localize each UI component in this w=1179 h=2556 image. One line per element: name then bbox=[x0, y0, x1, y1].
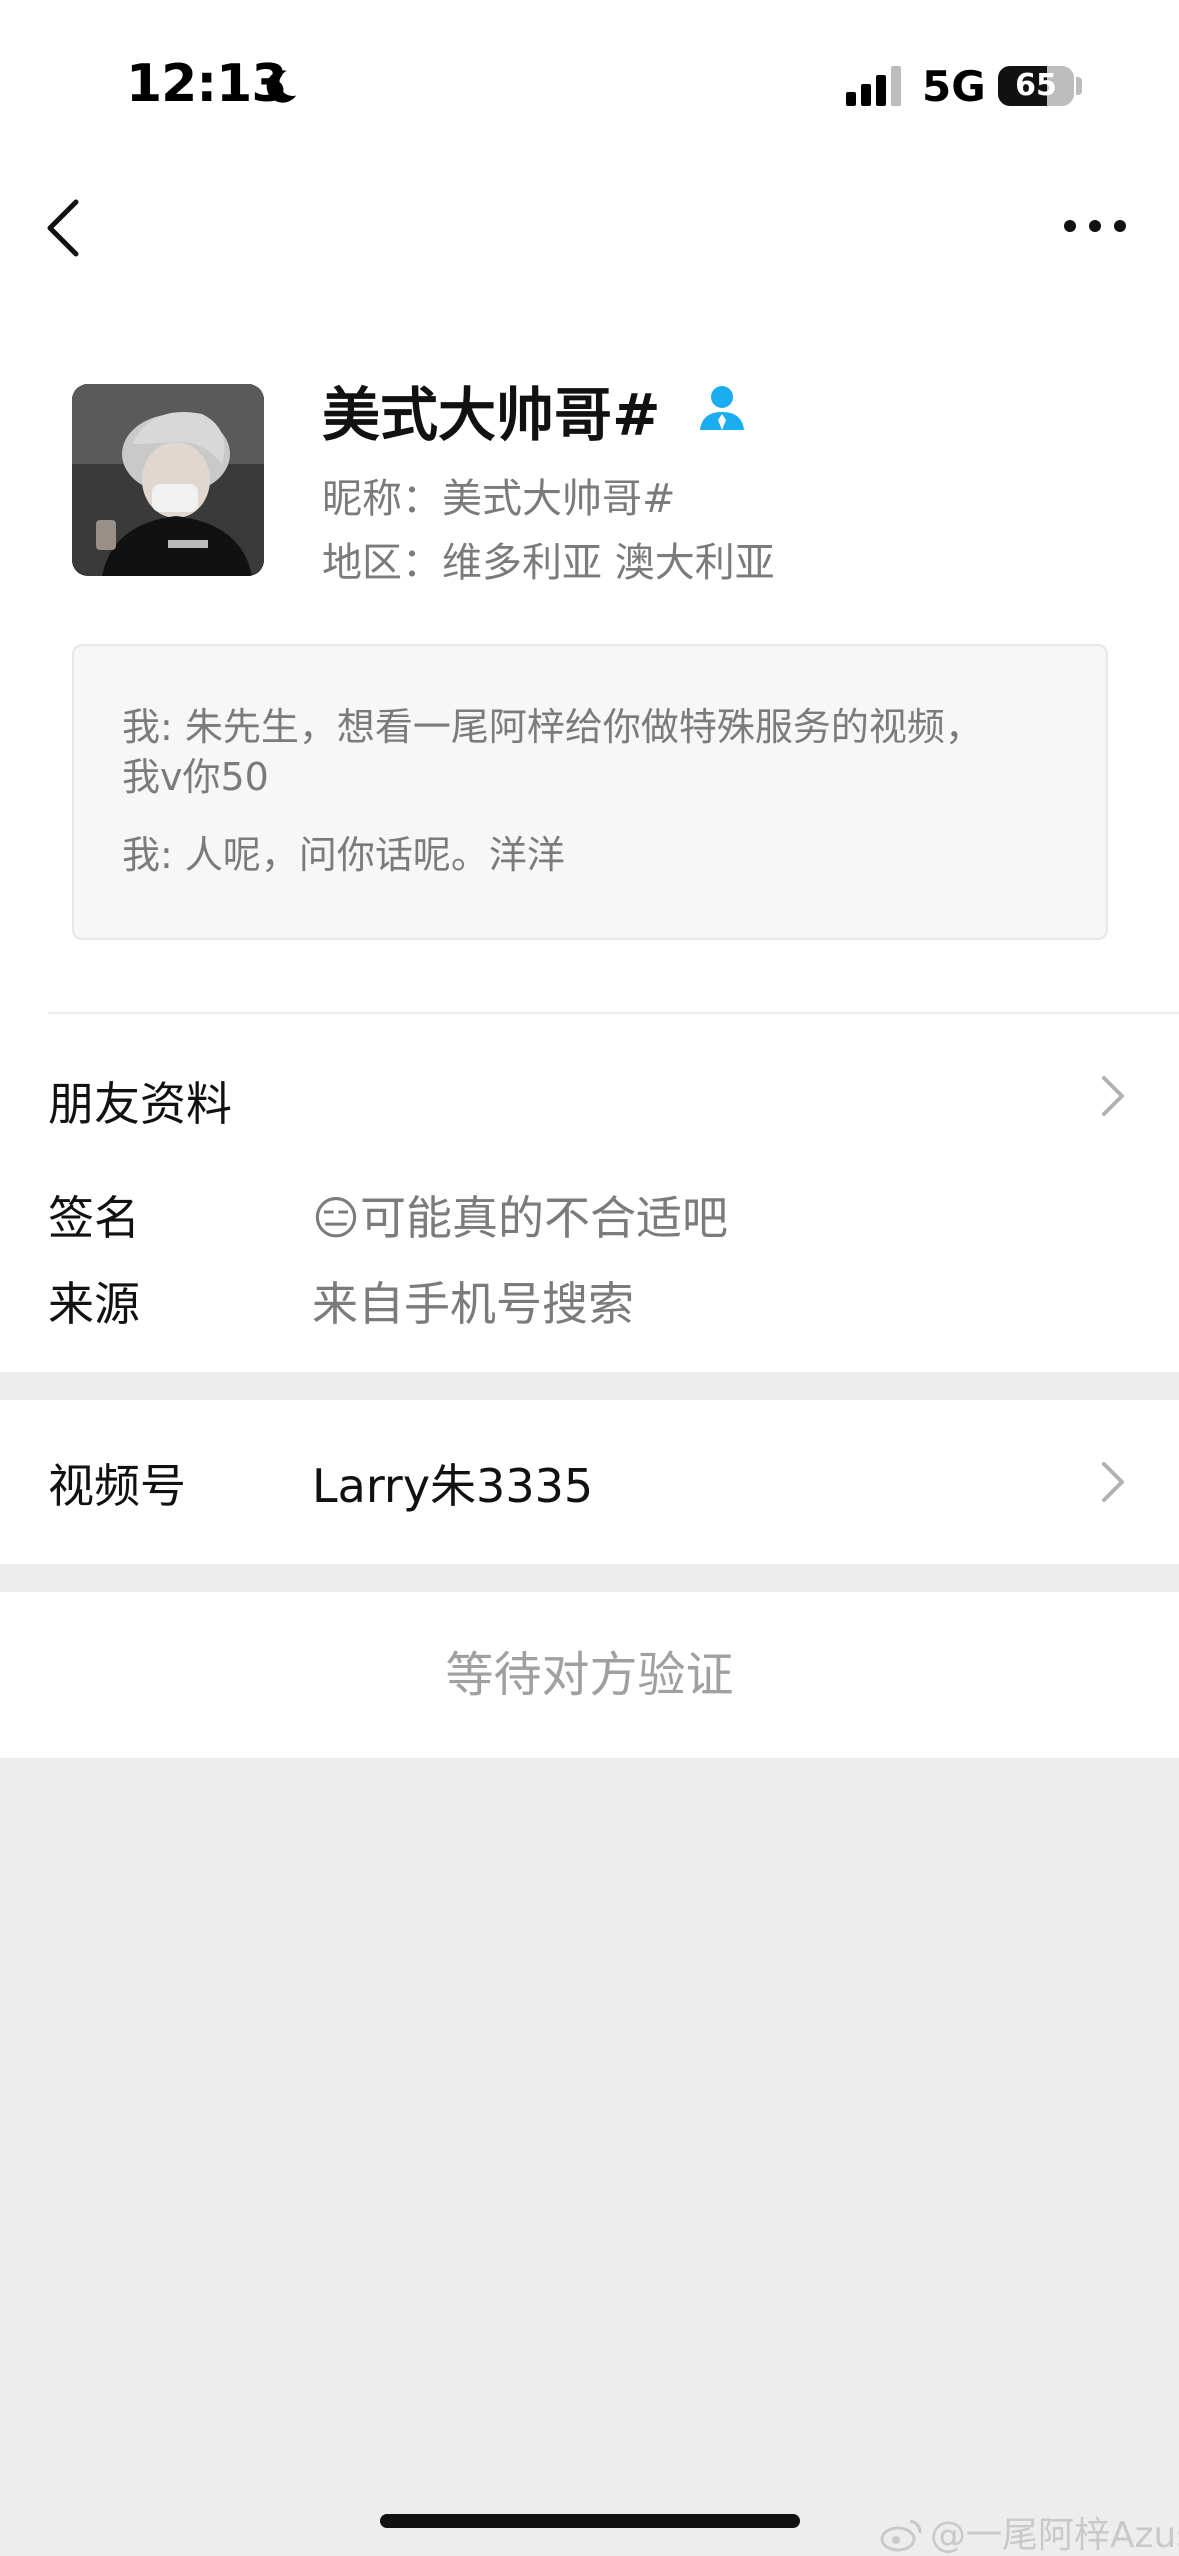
signature-label: 签名 bbox=[48, 1191, 140, 1245]
waiting-verification-section: 等待对方验证 bbox=[0, 1592, 1179, 1758]
region: 地区：维多利亚 澳大利亚 bbox=[322, 540, 775, 586]
channels-row[interactable]: 视频号 Larry朱3335 bbox=[0, 1400, 1179, 1564]
chevron-right-icon bbox=[1102, 1462, 1124, 1502]
moon-icon bbox=[266, 70, 297, 103]
battery-percent: 65 bbox=[1015, 68, 1057, 103]
network-label: 5G bbox=[922, 62, 986, 111]
source-value: 来自手机号搜索 bbox=[312, 1277, 634, 1331]
verification-messages: 我: 朱先生，想看一尾阿梓给你做特殊服务的视频，我v你50 我: 人呢，问你话呢… bbox=[72, 644, 1108, 940]
avatar-image bbox=[72, 384, 264, 576]
friend-profile-row[interactable]: 朋友资料 bbox=[48, 1068, 232, 1134]
display-name: 美式大帅哥# bbox=[322, 381, 661, 449]
battery-icon: 65 bbox=[998, 66, 1074, 106]
avatar[interactable] bbox=[72, 384, 264, 576]
divider bbox=[48, 1012, 1179, 1014]
signature-value: 😑可能真的不合适吧 bbox=[312, 1182, 728, 1248]
source-label: 来源 bbox=[48, 1277, 140, 1331]
expressionless-emoji: 😑 bbox=[312, 1191, 360, 1245]
watermark: @一尾阿梓Azusa bbox=[880, 2506, 1179, 2556]
signal-icon bbox=[846, 66, 901, 106]
home-indicator[interactable] bbox=[380, 2514, 800, 2528]
more-options-button[interactable] bbox=[1060, 204, 1130, 248]
back-button[interactable] bbox=[40, 196, 90, 260]
watermark-text: @一尾阿梓Azusa bbox=[930, 2515, 1179, 2556]
battery-cap bbox=[1076, 77, 1082, 95]
nickname: 昵称：美式大帅哥# bbox=[322, 476, 676, 522]
channels-value: Larry朱3335 bbox=[312, 1459, 594, 1513]
message-item: 我: 人呢，问你话呢。洋洋 bbox=[122, 833, 565, 877]
signature-text: 可能真的不合适吧 bbox=[359, 1191, 728, 1245]
contact-icon bbox=[700, 386, 744, 430]
chevron-right-icon[interactable] bbox=[1098, 1072, 1128, 1120]
weibo-icon bbox=[880, 2519, 922, 2552]
waiting-verification-button[interactable]: 等待对方验证 bbox=[0, 1592, 1179, 1758]
message-item: 我: 朱先生，想看一尾阿梓给你做特殊服务的视频，我v你50 bbox=[122, 705, 983, 799]
channels-label: 视频号 bbox=[48, 1459, 186, 1513]
